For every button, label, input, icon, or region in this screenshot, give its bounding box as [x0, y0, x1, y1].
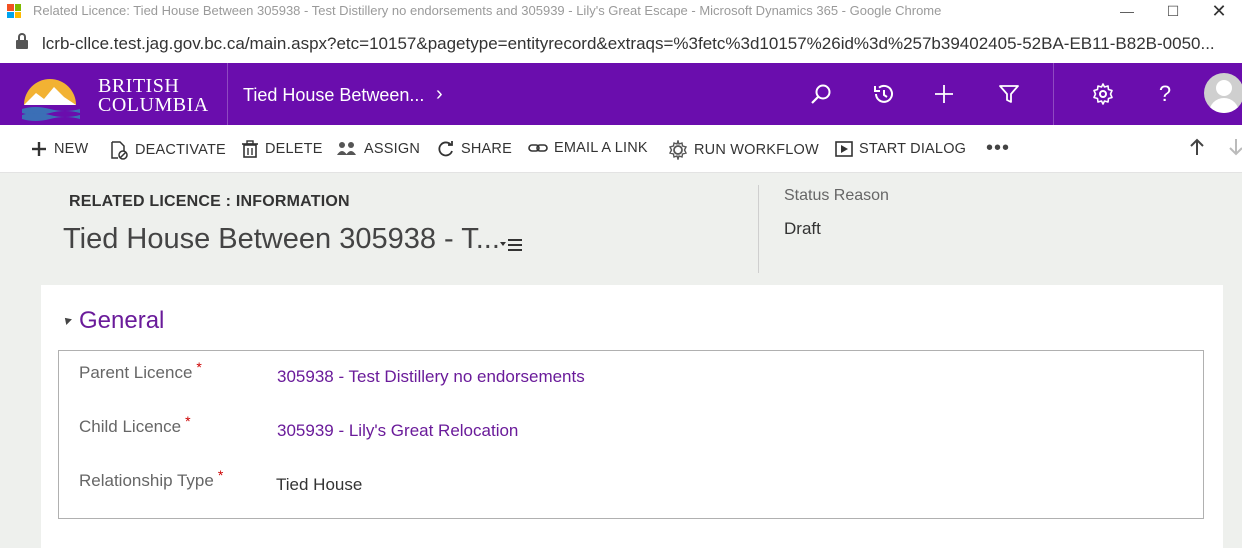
share-icon [438, 141, 453, 157]
deactivate-button[interactable]: DEACTIVATE [109, 140, 226, 160]
deactivate-icon [111, 141, 128, 160]
url-text[interactable]: lcrb-cllce.test.jag.gov.bc.ca/main.aspx?… [42, 34, 1242, 54]
share-button[interactable]: SHARE [437, 140, 512, 158]
parent-licence-label: Parent Licence * [79, 359, 202, 382]
command-bar: NEW DEACTIVATE DELETE ASSIGN SHARE EMAIL… [0, 125, 1242, 173]
run-workflow-button-label: RUN WORKFLOW [694, 142, 819, 158]
new-button-label: NEW [54, 141, 89, 157]
status-reason-label: Status Reason [784, 187, 889, 204]
app-nav-bar: BRITISH COLUMBIA Tied House Between... ›… [0, 63, 1242, 125]
collapse-caret-icon[interactable] [62, 315, 72, 325]
child-licence-value[interactable]: 305939 - Lily's Great Relocation [277, 421, 518, 441]
more-commands-button[interactable]: ••• [986, 137, 1010, 160]
assign-button-label: ASSIGN [364, 141, 420, 157]
email-link-button-label: EMAIL A LINK [554, 140, 648, 156]
page-title: Tied House Between 305938 - T... [63, 223, 500, 255]
required-marker: * [185, 413, 191, 429]
user-avatar[interactable] [1204, 73, 1242, 113]
previous-record-arrow-icon[interactable] [1189, 138, 1205, 161]
header-divider [758, 185, 759, 273]
assign-users-icon [337, 142, 356, 155]
link-icon [528, 144, 548, 152]
share-button-label: SHARE [461, 141, 512, 157]
run-workflow-button[interactable]: RUN WORKFLOW [668, 140, 819, 160]
delete-button-label: DELETE [265, 141, 323, 157]
email-link-button[interactable]: EMAIL A LINK [528, 140, 648, 156]
nav-divider [227, 63, 228, 125]
delete-button[interactable]: DELETE [241, 140, 323, 158]
workflow-icon [668, 140, 688, 160]
breadcrumb-chevron-icon[interactable]: › [436, 83, 443, 106]
trash-icon [242, 140, 258, 158]
start-dialog-button[interactable]: START DIALOG [835, 140, 966, 158]
breadcrumb-record[interactable]: Tied House Between... [243, 85, 424, 106]
section-title-general[interactable]: General [79, 307, 164, 335]
record-content: RELATED LICENCE : INFORMATION Tied House… [0, 173, 1242, 548]
assign-button[interactable]: ASSIGN [336, 140, 420, 158]
start-dialog-button-label: START DIALOG [859, 141, 967, 157]
window-title-bar: Related Licence: Tied House Between 3059… [0, 0, 1242, 22]
required-marker: * [196, 359, 202, 375]
history-icon[interactable] [868, 79, 898, 109]
bc-sun-mountain-icon [22, 79, 80, 121]
close-button[interactable]: ✕ [1196, 0, 1242, 22]
general-fields: Parent Licence * 305938 - Test Distillery… [58, 350, 1204, 519]
filter-icon[interactable] [994, 79, 1024, 109]
bc-logo-text: BRITISH COLUMBIA [98, 75, 209, 116]
address-bar[interactable]: lcrb-cllce.test.jag.gov.bc.ca/main.aspx?… [0, 22, 1242, 64]
required-marker: * [217, 467, 224, 483]
status-reason-value[interactable]: Draft [784, 219, 821, 239]
lock-icon[interactable] [16, 33, 28, 50]
maximize-button[interactable]: ☐ [1150, 0, 1196, 22]
help-icon[interactable]: ? [1150, 79, 1180, 109]
deactivate-button-label: DEACTIVATE [135, 142, 226, 158]
form-selector-menu-icon[interactable] [500, 238, 522, 252]
entity-form-label: RELATED LICENCE : INFORMATION [69, 193, 350, 210]
relationship-type-label: Relationship Type * [79, 467, 224, 490]
next-record-arrow-icon[interactable] [1228, 138, 1242, 161]
bc-logo[interactable]: BRITISH COLUMBIA [20, 71, 220, 121]
general-section-card: General Parent Licence * 305938 - Test Di… [41, 285, 1223, 548]
play-dialog-icon [835, 141, 853, 157]
window-title: Related Licence: Tied House Between 3059… [33, 3, 942, 18]
child-licence-label: Child Licence * [79, 413, 191, 436]
create-plus-icon[interactable] [929, 79, 959, 109]
relationship-type-value[interactable]: Tied House [276, 475, 362, 495]
nav-divider [1053, 63, 1054, 125]
plus-icon [32, 142, 46, 156]
parent-licence-value[interactable]: 305938 - Test Distillery no endorsements [277, 367, 585, 387]
new-button[interactable]: NEW [30, 140, 88, 158]
minimize-button[interactable]: — [1104, 0, 1150, 22]
microsoft-logo-icon [7, 4, 21, 18]
search-icon[interactable] [806, 79, 836, 109]
gear-icon[interactable] [1088, 79, 1118, 109]
